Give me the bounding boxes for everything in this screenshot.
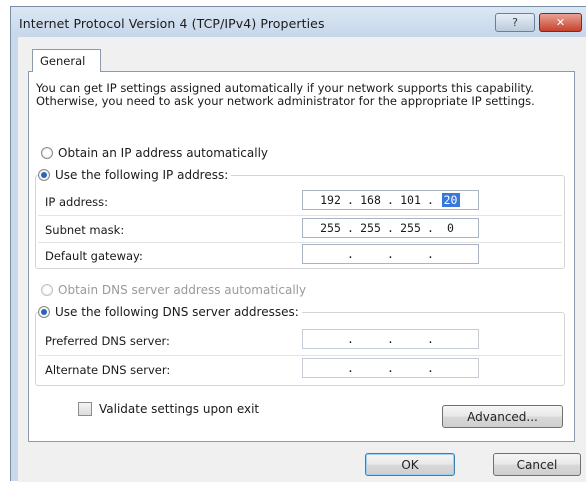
obtain-dns-auto-radio[interactable]: Obtain DNS server address automatically [41, 283, 306, 297]
use-following-dns-radio[interactable]: Use the following DNS server addresses: [38, 305, 302, 319]
ip-address-label: IP address: [45, 195, 109, 209]
ip-octet-1: 192 [320, 193, 341, 207]
default-gateway-label: Default gateway: [45, 249, 143, 263]
subnet-mask-input[interactable]: 255. 255. 255. 0 [302, 218, 479, 238]
help-button[interactable]: ? [495, 13, 535, 32]
ip-octet-2: 168 [360, 193, 381, 207]
ip-octet-3: 101 [400, 193, 421, 207]
divider [38, 215, 562, 216]
subnet-octet-2: 255 [360, 221, 381, 235]
use-following-ip-radio[interactable]: Use the following IP address: [38, 168, 232, 182]
default-gateway-input[interactable]: . . . [302, 244, 479, 264]
subnet-octet-3: 255 [400, 221, 421, 235]
divider [38, 242, 562, 243]
subnet-mask-label: Subnet mask: [45, 223, 125, 237]
divider [38, 355, 562, 356]
ip-address-group: Use the following IP address: IP address… [35, 168, 565, 269]
preferred-dns-label: Preferred DNS server: [45, 334, 170, 348]
use-following-ip-label: Use the following IP address: [55, 168, 229, 182]
advanced-button[interactable]: Advanced... [442, 405, 563, 428]
window-title: Internet Protocol Version 4 (TCP/IPv4) P… [19, 16, 325, 31]
alternate-dns-label: Alternate DNS server: [45, 363, 171, 377]
tab-general[interactable]: General [32, 49, 101, 72]
dialog-window: Internet Protocol Version 4 (TCP/IPv4) P… [10, 6, 586, 482]
dialog-body: General You can get IP settings assigned… [18, 37, 586, 482]
close-icon: ✕ [555, 16, 566, 29]
subnet-octet-4: 0 [447, 221, 454, 235]
checkbox-icon [78, 402, 92, 416]
intro-text: You can get IP settings assigned automat… [36, 81, 535, 108]
ip-octet-4: 20 [441, 193, 460, 207]
radio-icon [41, 284, 53, 296]
radio-selected-icon [38, 306, 50, 318]
obtain-ip-auto-radio[interactable]: Obtain an IP address automatically [41, 146, 268, 160]
radio-icon [41, 147, 53, 159]
help-icon: ? [512, 16, 518, 29]
validate-settings-checkbox[interactable]: Validate settings upon exit [78, 402, 259, 416]
ip-address-input[interactable]: 192. 168. 101. 20 [302, 190, 479, 210]
validate-settings-label: Validate settings upon exit [99, 402, 260, 416]
subnet-octet-1: 255 [320, 221, 341, 235]
radio-selected-icon [38, 169, 50, 181]
obtain-dns-auto-label: Obtain DNS server address automatically [58, 283, 307, 297]
obtain-ip-auto-label: Obtain an IP address automatically [58, 146, 269, 160]
alternate-dns-input[interactable]: . . . [302, 358, 479, 378]
use-following-dns-label: Use the following DNS server addresses: [55, 305, 299, 319]
cancel-button[interactable]: Cancel [493, 453, 581, 476]
general-tab-panel: You can get IP settings assigned automat… [28, 71, 575, 442]
dns-server-group: Use the following DNS server addresses: … [35, 305, 565, 386]
title-bar[interactable]: Internet Protocol Version 4 (TCP/IPv4) P… [11, 7, 586, 37]
close-button[interactable]: ✕ [539, 13, 582, 32]
ok-button[interactable]: OK [365, 453, 455, 476]
preferred-dns-input[interactable]: . . . [302, 329, 479, 349]
